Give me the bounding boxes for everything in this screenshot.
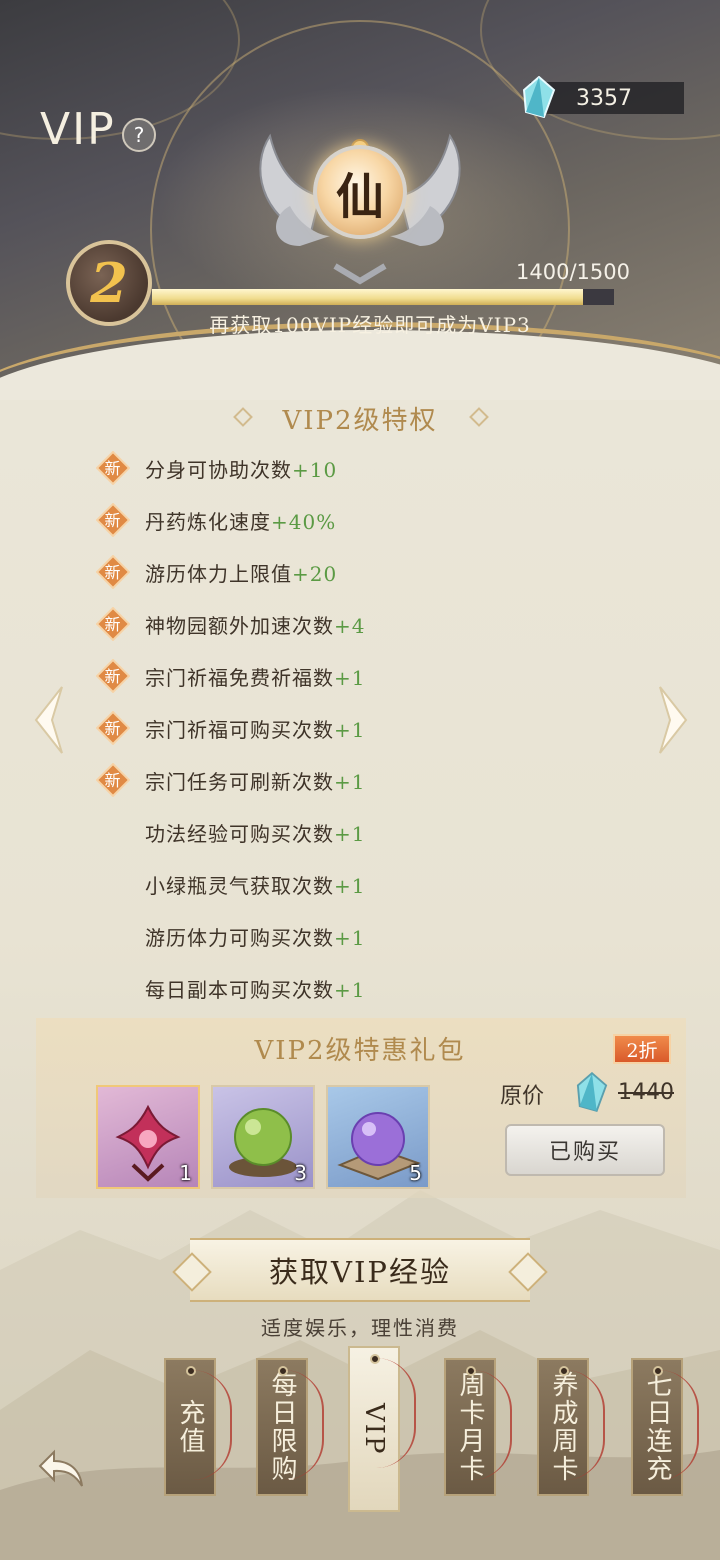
help-icon[interactable]: ? — [122, 118, 156, 152]
privileges-list: 新分身可协助次数+10 新丹药炼化速度+40% 新游历体力上限值+20 新神物园额外加… — [92, 442, 612, 1014]
chevron-right-icon — [659, 686, 688, 754]
tab-weekly-monthly-card[interactable]: 周卡月卡 — [444, 1358, 512, 1496]
privilege-text: 分身可协助次数 — [145, 457, 292, 482]
new-badge-icon: 新 — [96, 763, 130, 797]
privilege-bonus: +1 — [334, 665, 366, 690]
privilege-label: 小绿瓶灵气获取次数+1 — [145, 870, 365, 899]
new-badge-text: 新 — [104, 459, 121, 478]
privilege-row: 新 游历体力上限值+20 — [92, 546, 612, 598]
privilege-bonus: +1 — [334, 873, 366, 898]
currency-display: 3357 — [522, 76, 684, 118]
privilege-text: 宗门任务可刷新次数 — [145, 769, 334, 794]
new-badge-icon: 新 — [96, 659, 130, 693]
page-title: VIP — [40, 104, 116, 155]
privilege-row: 功法经验可购买次数+1 — [92, 806, 612, 858]
spirit-gem-icon — [522, 76, 556, 118]
privilege-label: 宗门祈福可购买次数+1 — [145, 714, 365, 743]
privilege-text: 宗门祈福免费祈福数 — [145, 665, 334, 690]
prev-level-button[interactable] — [26, 680, 70, 760]
new-badge-text: 新 — [104, 615, 121, 634]
privilege-label: 分身可协助次数+10 — [145, 454, 337, 483]
tab-seven-day-recharge[interactable]: 七日连充 — [631, 1358, 699, 1496]
gift-item-purple-orb[interactable]: 5 — [326, 1085, 430, 1189]
privilege-bonus: +1 — [334, 717, 366, 742]
privilege-label: 每日副本可购买次数+1 — [145, 974, 365, 1003]
privilege-text: 游历体力可购买次数 — [145, 925, 334, 950]
privilege-label: 丹药炼化速度+40% — [145, 506, 336, 535]
item-count: 1 — [179, 1161, 192, 1185]
tab-vip[interactable]: VIP — [348, 1346, 416, 1512]
privilege-label: 功法经验可购买次数+1 — [145, 818, 365, 847]
privilege-label: 神物园额外加速次数+4 — [145, 610, 365, 639]
privilege-row: 新 神物园额外加速次数+4 — [92, 598, 612, 650]
privilege-bonus: +10 — [292, 457, 338, 482]
new-badge-text: 新 — [104, 667, 121, 686]
privilege-text: 功法经验可购买次数 — [145, 821, 334, 846]
purchased-button[interactable]: 已购买 — [505, 1124, 665, 1176]
new-badge-icon: 新 — [96, 555, 130, 589]
new-badge-icon: 新 — [96, 711, 130, 745]
get-vip-exp-button[interactable]: 获取VIP经验 — [190, 1238, 530, 1302]
new-badge-text: 新 — [104, 511, 121, 530]
privilege-bonus: +40% — [271, 509, 337, 534]
exp-counter: 1400/1500 — [516, 260, 630, 284]
original-price-label: 原价 — [500, 1084, 545, 1109]
privilege-row: 新 分身可协助次数+10 — [92, 442, 612, 494]
item-count: 5 — [409, 1161, 422, 1185]
vip-level-badge: 2 — [66, 240, 152, 326]
privilege-text: 游历体力上限值 — [145, 561, 292, 586]
privilege-text: 宗门祈福可购买次数 — [145, 717, 334, 742]
privilege-row: 新 丹药炼化速度+40% — [92, 494, 612, 546]
privilege-text: 神物园额外加速次数 — [145, 613, 334, 638]
discount-badge: 2折 — [613, 1034, 671, 1064]
new-badge-text: 新 — [104, 771, 121, 790]
item-count: 3 — [294, 1161, 307, 1185]
currency-amount: 3357 — [576, 85, 632, 111]
privilege-row: 新 宗门祈福免费祈福数+1 — [92, 650, 612, 702]
privilege-text: 每日副本可购买次数 — [145, 977, 334, 1002]
privilege-bonus: +1 — [334, 925, 366, 950]
privilege-row: 新 宗门祈福可购买次数+1 — [92, 702, 612, 754]
privilege-row: 小绿瓶灵气获取次数+1 — [92, 858, 612, 910]
gift-item-green-orb[interactable]: 3 — [211, 1085, 315, 1189]
privilege-label: 宗门任务可刷新次数+1 — [145, 766, 365, 795]
chevron-left-icon — [34, 686, 63, 754]
privilege-text: 小绿瓶灵气获取次数 — [145, 873, 334, 898]
privilege-row: 新 宗门任务可刷新次数+1 — [92, 754, 612, 806]
privilege-label: 游历体力可购买次数+1 — [145, 922, 365, 951]
next-level-button[interactable] — [652, 680, 696, 760]
privilege-label: 宗门祈福免费祈福数+1 — [145, 662, 365, 691]
gift-item-lotus-artifact[interactable]: 1 — [96, 1085, 200, 1189]
privilege-row: 每日副本可购买次数+1 — [92, 962, 612, 1014]
moderation-notice: 适度娱乐，理性消费 — [261, 1316, 459, 1340]
privilege-bonus: +20 — [292, 561, 338, 586]
tab-daily-limited[interactable]: 每日限购 — [256, 1358, 324, 1496]
new-badge-icon: 新 — [96, 451, 130, 485]
exp-hint: 再获取100VIP经验即可成为VIP3 — [209, 313, 531, 337]
new-badge-icon: 新 — [96, 607, 130, 641]
tab-recharge[interactable]: 充值 — [164, 1358, 232, 1496]
immortal-orb: 仙 — [313, 145, 407, 239]
privileges-title: VIP2级特权 — [282, 406, 438, 436]
privilege-text: 丹药炼化速度 — [145, 509, 271, 534]
new-badge-text: 新 — [104, 719, 121, 738]
privilege-bonus: +1 — [334, 821, 366, 846]
spirit-gem-icon — [576, 1072, 608, 1112]
gift-pack-title: VIP2级特惠礼包 — [254, 1036, 466, 1066]
tab-growth-weekly-card[interactable]: 养成周卡 — [537, 1358, 605, 1496]
exp-progress-bar — [152, 289, 614, 305]
new-badge-text: 新 — [104, 563, 121, 582]
privilege-label: 游历体力上限值+20 — [145, 558, 337, 587]
original-price: 1440 — [618, 1080, 674, 1105]
privilege-bonus: +1 — [334, 769, 366, 794]
exp-progress-fill — [152, 289, 584, 305]
back-button[interactable] — [34, 1446, 90, 1492]
new-badge-icon: 新 — [96, 503, 130, 537]
back-arrow-icon — [38, 1449, 83, 1487]
privilege-row: 游历体力可购买次数+1 — [92, 910, 612, 962]
privilege-bonus: +1 — [334, 977, 366, 1002]
privilege-bonus: +4 — [334, 613, 366, 638]
